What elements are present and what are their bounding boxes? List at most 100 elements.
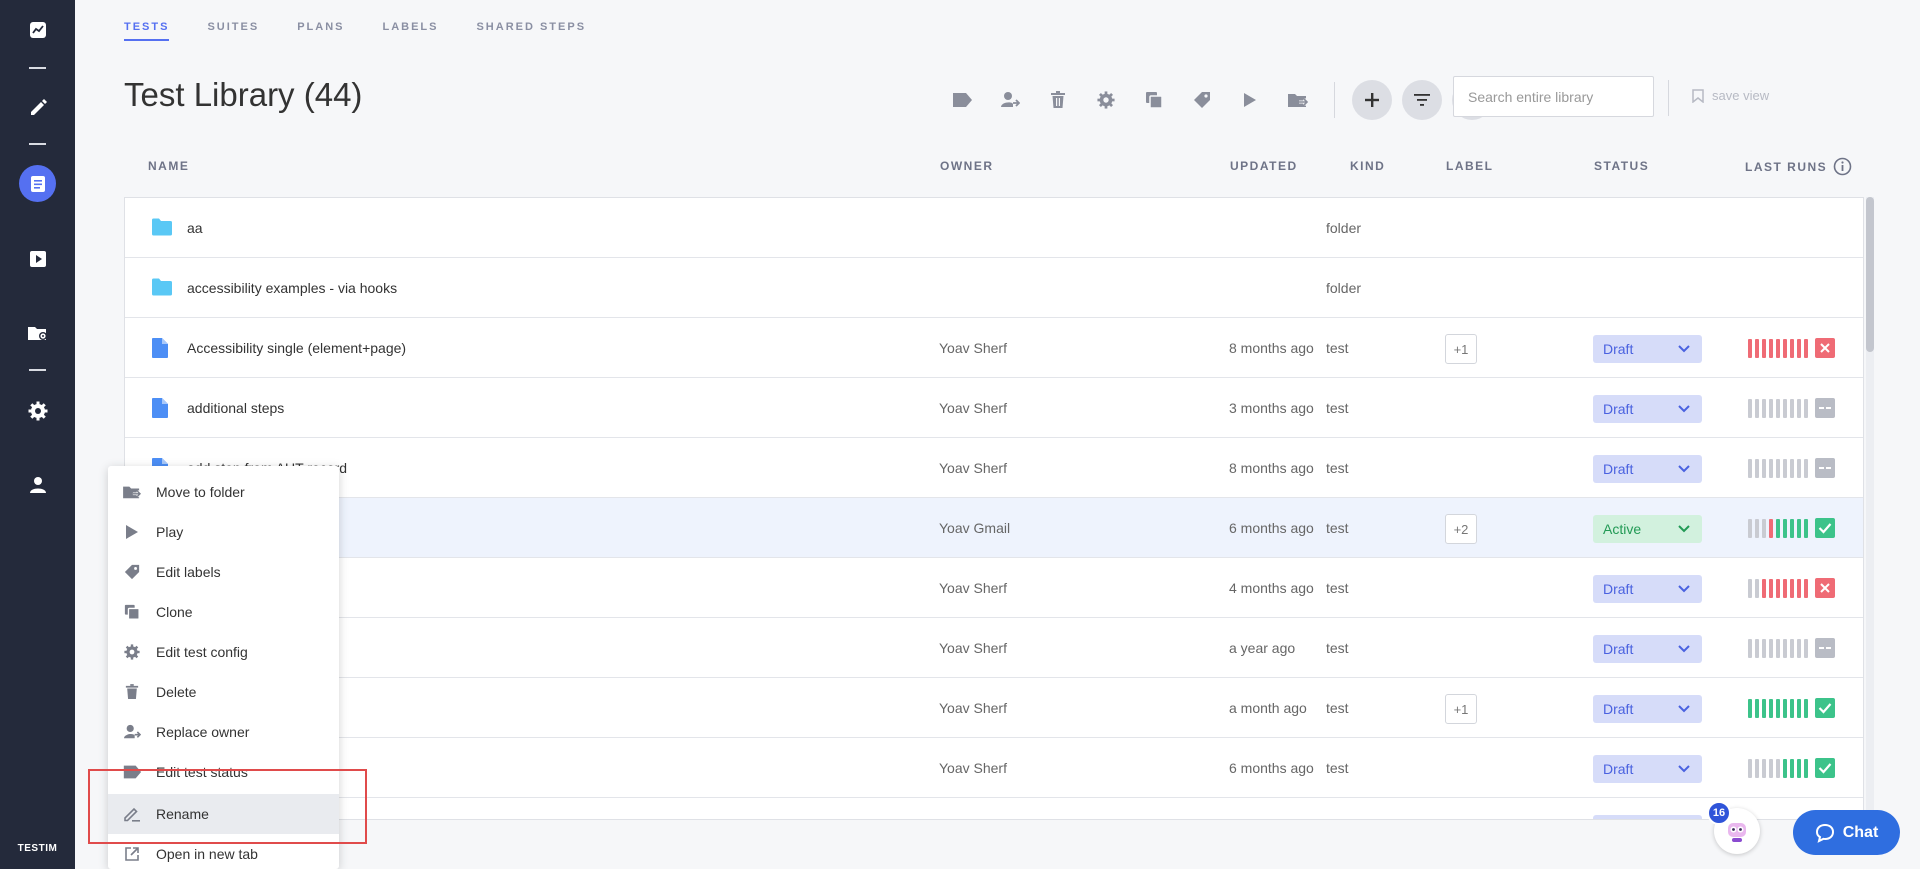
status-dropdown[interactable]: Draft bbox=[1593, 335, 1702, 363]
tab-shared-steps[interactable]: SHARED STEPS bbox=[476, 21, 586, 41]
column-header-label[interactable]: LABEL bbox=[1446, 159, 1494, 173]
test-name[interactable]: additional steps bbox=[187, 378, 284, 438]
chevron-down-icon bbox=[1678, 405, 1690, 413]
status-dropdown[interactable]: Draft bbox=[1593, 575, 1702, 603]
table-row[interactable]: add step from AUT recordYoav Sherf8 mont… bbox=[125, 438, 1863, 498]
menu-item-play[interactable]: Play bbox=[108, 512, 339, 552]
run-result-bar bbox=[1790, 338, 1794, 358]
sidebar-item-editor[interactable] bbox=[0, 87, 75, 127]
status-dropdown[interactable]: Draft bbox=[1593, 755, 1702, 783]
table-row[interactable]: accessibility examples - via hooks folder bbox=[125, 258, 1863, 318]
sidebar-item-dashboard[interactable] bbox=[0, 10, 75, 50]
table-row[interactable]: additional steps Yoav Sherf 3 months ago te… bbox=[125, 378, 1863, 438]
status-dropdown[interactable]: Active bbox=[1593, 515, 1702, 543]
status-value: Draft bbox=[1603, 641, 1634, 657]
menu-item-edit-labels[interactable]: Edit labels bbox=[108, 552, 339, 592]
column-header-owner[interactable]: OWNER bbox=[940, 159, 994, 173]
last-runs[interactable] bbox=[1748, 517, 1835, 539]
table-row[interactable]: Draft bbox=[125, 798, 1863, 819]
label-count-badge[interactable]: +1 bbox=[1445, 334, 1477, 364]
sidebar-item-settings[interactable] bbox=[0, 391, 75, 431]
test-owner: Yoav Sherf bbox=[939, 400, 1007, 416]
last-runs[interactable] bbox=[1748, 577, 1835, 599]
info-icon[interactable] bbox=[1833, 157, 1852, 176]
menu-item-label: Clone bbox=[156, 604, 193, 620]
run-result-bar bbox=[1762, 698, 1766, 718]
column-header-kind[interactable]: KIND bbox=[1350, 159, 1385, 173]
last-runs[interactable] bbox=[1748, 397, 1835, 419]
status-dropdown[interactable]: Draft bbox=[1593, 695, 1702, 723]
clone-button[interactable] bbox=[1130, 84, 1178, 116]
play-button[interactable] bbox=[1226, 84, 1274, 116]
run-result-bar bbox=[1790, 758, 1794, 778]
chevron-down-icon bbox=[1678, 525, 1690, 533]
table-row[interactable]: Yoav Sherf 4 months ago test Draft bbox=[125, 558, 1863, 618]
test-kind: test bbox=[1326, 400, 1349, 416]
table-row[interactable]: aa folder bbox=[125, 198, 1863, 258]
menu-item-move-to-folder[interactable]: Move to folder bbox=[108, 472, 339, 512]
move-to-folder-button[interactable] bbox=[1274, 84, 1322, 116]
sidebar-item-folder-settings[interactable] bbox=[0, 313, 75, 353]
search-input[interactable] bbox=[1453, 76, 1654, 117]
scrollbar-thumb[interactable] bbox=[1866, 197, 1874, 352]
delete-button[interactable] bbox=[1034, 84, 1082, 116]
menu-item-label: Replace owner bbox=[156, 724, 250, 740]
last-runs[interactable] bbox=[1748, 337, 1835, 359]
last-runs[interactable] bbox=[1748, 697, 1835, 719]
test-name[interactable]: Accessibility single (element+page) bbox=[187, 318, 406, 378]
tab-suites[interactable]: SUITES bbox=[207, 21, 259, 41]
last-runs[interactable] bbox=[1748, 757, 1835, 779]
run-result-bar bbox=[1776, 758, 1780, 778]
last-runs[interactable] bbox=[1748, 457, 1835, 479]
chat-button[interactable]: Chat bbox=[1793, 810, 1900, 855]
tab-tests[interactable]: TESTS bbox=[124, 21, 170, 41]
clone-icon bbox=[1146, 92, 1163, 109]
tab-plans[interactable]: PLANS bbox=[297, 21, 344, 41]
table-row[interactable]: e (form-data)Yoav Gmail6 months agotest+… bbox=[125, 498, 1863, 558]
table-row[interactable]: Yoav Sherf a month ago test +1 Draft bbox=[125, 678, 1863, 738]
filter-button[interactable] bbox=[1402, 80, 1442, 120]
add-test-button[interactable] bbox=[1352, 80, 1392, 120]
table-row[interactable]: Yoav Sherf a year ago test Draft bbox=[125, 618, 1863, 678]
run-result-bar bbox=[1797, 338, 1801, 358]
toolbar-divider bbox=[1334, 82, 1335, 118]
label-count-badge[interactable]: +1 bbox=[1445, 694, 1477, 724]
test-name[interactable]: aa bbox=[187, 198, 203, 258]
status-dropdown[interactable]: Draft bbox=[1593, 395, 1702, 423]
run-result-bar bbox=[1755, 638, 1759, 658]
menu-item-delete[interactable]: Delete bbox=[108, 672, 339, 712]
tab-labels[interactable]: LABELS bbox=[382, 21, 438, 41]
test-owner: Yoav Sherf bbox=[939, 700, 1007, 716]
status-value: Draft bbox=[1603, 341, 1634, 357]
save-view-button[interactable]: save view bbox=[1692, 88, 1769, 103]
sidebar-item-runs[interactable] bbox=[0, 239, 75, 279]
status-dropdown[interactable]: Draft bbox=[1593, 455, 1702, 483]
last-runs[interactable] bbox=[1748, 637, 1835, 659]
menu-item-clone[interactable]: Clone bbox=[108, 592, 339, 632]
menu-item-edit-test-config[interactable]: Edit test config bbox=[108, 632, 339, 672]
status-dropdown[interactable]: Draft bbox=[1593, 815, 1702, 819]
table-row[interactable]: Accessibility single (element+page) Yoav … bbox=[125, 318, 1863, 378]
edit-labels-button[interactable] bbox=[1178, 84, 1226, 116]
test-updated: 8 months ago bbox=[1229, 340, 1314, 356]
test-name[interactable]: accessibility examples - via hooks bbox=[187, 258, 397, 318]
label-count-badge[interactable]: +2 bbox=[1445, 514, 1477, 544]
column-header-name[interactable]: NAME bbox=[148, 159, 189, 173]
column-header-updated[interactable]: UPDATED bbox=[1230, 159, 1298, 173]
table-row[interactable]: Yoav Sherf 6 months ago test Draft bbox=[125, 738, 1863, 798]
run-result-bar bbox=[1762, 458, 1766, 478]
run-result-bar bbox=[1783, 818, 1787, 819]
test-kind: test bbox=[1326, 340, 1349, 356]
status-dropdown[interactable]: Draft bbox=[1593, 635, 1702, 663]
column-header-status[interactable]: STATUS bbox=[1594, 159, 1649, 173]
config-button[interactable] bbox=[1082, 84, 1130, 116]
edit-status-button[interactable] bbox=[938, 84, 986, 116]
replace-owner-button[interactable] bbox=[986, 84, 1034, 116]
menu-item-replace-owner[interactable]: Replace owner bbox=[108, 712, 339, 752]
test-kind: test bbox=[1326, 640, 1349, 656]
test-updated: 6 months ago bbox=[1229, 520, 1314, 536]
sidebar-item-test-library[interactable] bbox=[19, 165, 56, 202]
sidebar-item-account[interactable] bbox=[0, 465, 75, 505]
table-scrollbar[interactable] bbox=[1866, 197, 1874, 820]
move-folder-icon bbox=[122, 483, 142, 501]
